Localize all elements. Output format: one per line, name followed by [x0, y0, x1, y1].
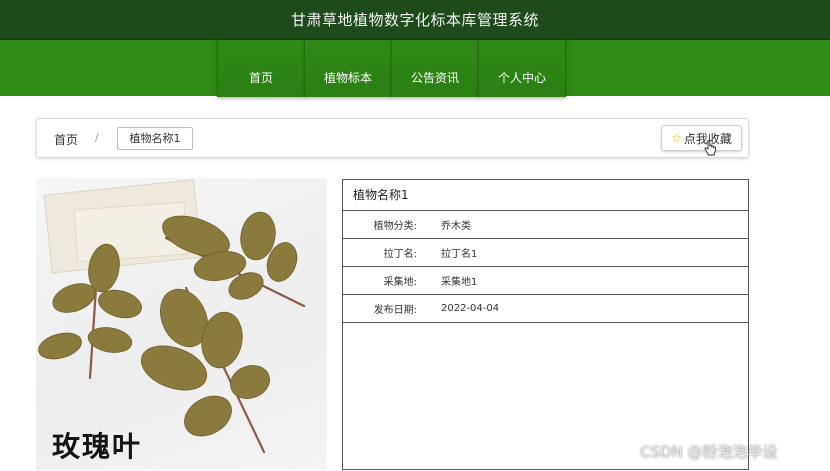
nav-item-user-center[interactable]: 个人中心: [478, 40, 566, 97]
detail-row-collection-site: 采集地: 采集地1: [343, 267, 748, 295]
top-header: 甘肃草地植物数字化标本库管理系统: [0, 0, 830, 40]
detail-label: 发布日期:: [373, 305, 417, 316]
breadcrumb-separator: /: [95, 131, 99, 144]
specimen-photo: 玫瑰叶: [36, 178, 327, 470]
watermark: CSDN @粉泡泡毕设: [640, 443, 778, 461]
breadcrumb-home-link[interactable]: 首页: [54, 131, 78, 148]
main-nav: 首页 植物标本 公告资讯 个人中心: [217, 40, 566, 97]
star-icon: ☆: [671, 131, 682, 145]
detail-value: 乔木类: [441, 221, 471, 232]
detail-value: 采集地1: [441, 277, 478, 288]
detail-title: 植物名称1: [343, 180, 748, 211]
nav-item-home[interactable]: 首页: [217, 40, 305, 97]
photo-caption: 玫瑰叶: [52, 430, 143, 463]
specimen-detail-panel: 植物名称1 植物分类: 乔木类 拉丁名: 拉丁名1 采集地: 采集地1 发布日期…: [342, 179, 749, 470]
detail-row-latin-name: 拉丁名: 拉丁名1: [343, 239, 748, 267]
site-title: 甘肃草地植物数字化标本库管理系统: [290, 11, 539, 29]
detail-label: 采集地:: [383, 277, 417, 288]
nav-item-specimens[interactable]: 植物标本: [304, 40, 392, 97]
hand-cursor-icon: [704, 140, 716, 156]
detail-row-category: 植物分类: 乔木类: [343, 211, 748, 239]
detail-label: 植物分类:: [373, 221, 417, 232]
breadcrumb: 首页 / 植物名称1 ☆ 点我收藏: [36, 118, 749, 158]
favorite-button[interactable]: ☆ 点我收藏: [661, 125, 742, 151]
detail-value: 拉丁名1: [441, 249, 478, 260]
breadcrumb-current: 植物名称1: [117, 127, 193, 150]
detail-value: 2022-04-04: [441, 303, 500, 314]
detail-label: 拉丁名:: [383, 249, 417, 260]
detail-row-publish-date: 发布日期: 2022-04-04: [343, 295, 748, 323]
nav-item-announcements[interactable]: 公告资讯: [391, 40, 479, 97]
